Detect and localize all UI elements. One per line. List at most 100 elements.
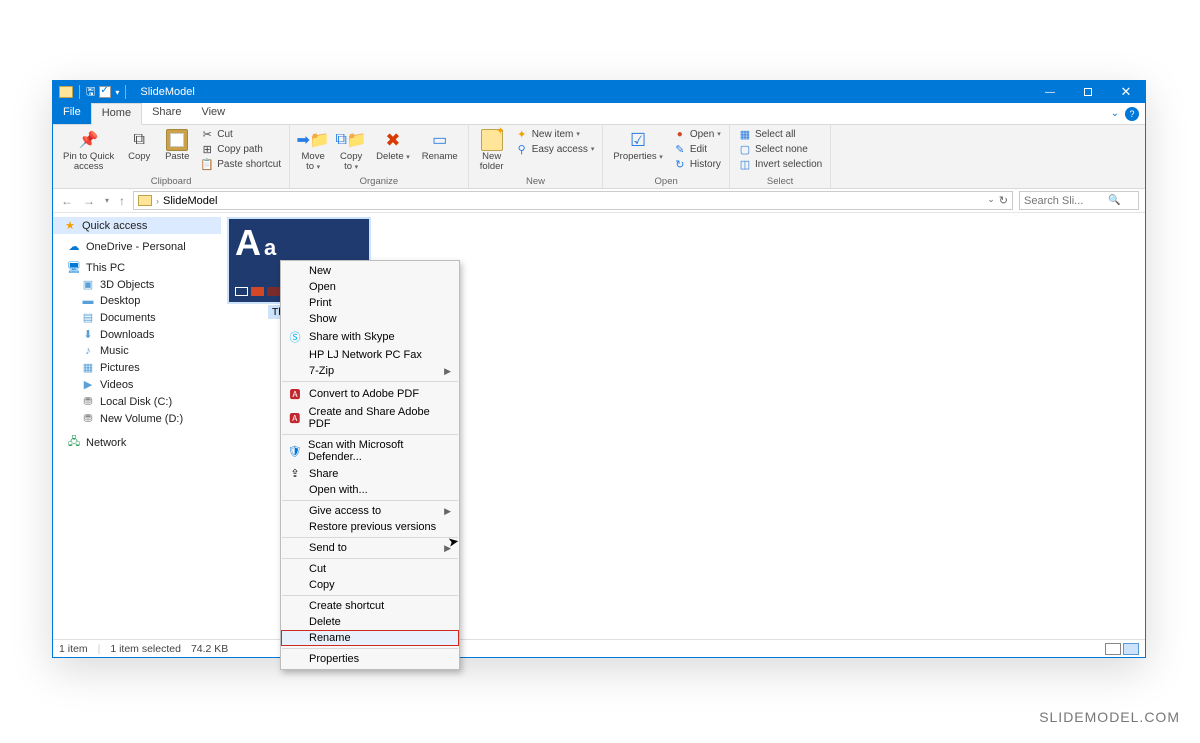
- ctx-create-share-pdf[interactable]: 🅰Create and Share Adobe PDF: [281, 404, 459, 432]
- paste-icon: [166, 129, 188, 151]
- status-size: 74.2 KB: [191, 643, 228, 655]
- tab-share[interactable]: Share: [142, 103, 191, 124]
- pin-quick-access-button[interactable]: 📌 Pin to Quickaccess: [59, 127, 118, 174]
- ribbon-collapse-icon[interactable]: ⌄: [1111, 108, 1119, 119]
- sidebar-quick-access[interactable]: ★Quick access: [53, 217, 221, 234]
- invert-selection-button[interactable]: ◫Invert selection: [736, 157, 824, 171]
- sidebar-documents[interactable]: ▤Documents: [53, 309, 221, 326]
- ctx-share-skype[interactable]: ⓈShare with Skype: [281, 327, 459, 347]
- folder-icon: [59, 86, 73, 98]
- search-box[interactable]: 🔍: [1019, 191, 1139, 210]
- paste-button[interactable]: Paste: [160, 127, 194, 164]
- ctx-restore-versions[interactable]: Restore previous versions: [281, 519, 459, 535]
- forward-button[interactable]: →: [81, 194, 97, 208]
- rename-button[interactable]: ▭Rename: [418, 127, 462, 164]
- ctx-cut[interactable]: Cut: [281, 561, 459, 577]
- select-none-button[interactable]: ▢Select none: [736, 142, 824, 156]
- sidebar-onedrive[interactable]: ☁OneDrive - Personal: [53, 238, 221, 255]
- new-folder-button[interactable]: Newfolder: [475, 127, 509, 174]
- close-button[interactable]: ✕: [1107, 81, 1145, 103]
- maximize-button[interactable]: [1069, 81, 1107, 103]
- search-icon: 🔍: [1108, 195, 1120, 206]
- ctx-delete[interactable]: Delete: [281, 614, 459, 630]
- pc-icon: 🖥: [67, 261, 81, 274]
- edit-button[interactable]: Edit: [671, 142, 723, 156]
- ctx-fax[interactable]: HP LJ Network PC Fax: [281, 347, 459, 363]
- ctx-show[interactable]: Show: [281, 311, 459, 327]
- move-icon: 📁: [302, 129, 324, 151]
- ctx-defender[interactable]: 🛡Scan with Microsoft Defender...: [281, 437, 459, 465]
- view-thumbnails-button[interactable]: [1123, 643, 1139, 655]
- qat-checkbox[interactable]: [99, 86, 111, 98]
- drive-icon: ⛃: [81, 412, 95, 425]
- ctx-properties[interactable]: Properties: [281, 651, 459, 667]
- sidebar-music[interactable]: ♪Music: [53, 343, 221, 359]
- status-bar: 1 item | 1 item selected 74.2 KB: [53, 639, 1145, 657]
- ctx-open[interactable]: Open: [281, 279, 459, 295]
- help-icon[interactable]: ?: [1125, 107, 1139, 121]
- pdf-icon: 🅰: [287, 386, 303, 402]
- drive-icon: ⛃: [81, 395, 95, 408]
- shield-icon: 🛡: [287, 445, 302, 458]
- cut-button[interactable]: ✂Cut: [198, 127, 283, 141]
- explorer-window: 🖫 ▾ SlideModel — ✕ File Home Share View …: [52, 80, 1146, 658]
- ctx-send-to[interactable]: Send to▶: [281, 540, 459, 556]
- copy-path-button[interactable]: ⊞Copy path: [198, 142, 283, 156]
- ctx-copy[interactable]: Copy: [281, 577, 459, 593]
- sidebar-new-volume-d[interactable]: ⛃New Volume (D:): [53, 410, 221, 427]
- newitem-icon: ✦: [515, 127, 529, 141]
- pin-icon: 📌: [78, 129, 100, 151]
- ctx-rename[interactable]: Rename: [281, 630, 459, 646]
- ctx-7zip[interactable]: 7-Zip▶: [281, 363, 459, 379]
- easy-access-button[interactable]: ⚲Easy access ▾: [513, 142, 597, 156]
- history-button[interactable]: History: [671, 157, 723, 171]
- tab-home[interactable]: Home: [91, 103, 142, 125]
- ctx-new[interactable]: New: [281, 263, 459, 279]
- minimize-button[interactable]: —: [1031, 81, 1069, 103]
- tab-file[interactable]: File: [53, 103, 91, 124]
- dropdown-icon[interactable]: ⌄: [987, 194, 995, 207]
- move-to-button[interactable]: 📁Moveto ▾: [296, 127, 330, 174]
- ctx-share[interactable]: ⇪Share: [281, 465, 459, 482]
- ctx-create-shortcut[interactable]: Create shortcut: [281, 598, 459, 614]
- refresh-icon[interactable]: ↻: [999, 194, 1008, 207]
- sidebar-videos[interactable]: ▶Videos: [53, 376, 221, 393]
- qat-save-icon[interactable]: 🖫: [86, 83, 95, 102]
- group-label: Select: [736, 176, 824, 188]
- sidebar-this-pc[interactable]: 🖥This PC: [53, 259, 221, 276]
- search-input[interactable]: [1024, 195, 1104, 207]
- sidebar-pictures[interactable]: ▦Pictures: [53, 359, 221, 376]
- sidebar-network[interactable]: 🖧Network: [53, 431, 221, 454]
- select-all-icon: [738, 127, 752, 141]
- back-button[interactable]: ←: [59, 194, 75, 208]
- recent-button[interactable]: ▾: [103, 196, 111, 205]
- pictures-icon: ▦: [81, 361, 95, 374]
- select-none-icon: ▢: [738, 142, 752, 156]
- ctx-give-access[interactable]: Give access to▶: [281, 503, 459, 519]
- delete-button[interactable]: Delete ▾: [372, 127, 414, 164]
- breadcrumb[interactable]: SlideModel: [163, 195, 217, 207]
- cube-icon: ▣: [81, 278, 95, 291]
- ctx-print[interactable]: Print: [281, 295, 459, 311]
- sidebar-desktop[interactable]: ▬Desktop: [53, 293, 221, 309]
- tab-view[interactable]: View: [191, 103, 235, 124]
- paste-shortcut-button[interactable]: 📋Paste shortcut: [198, 157, 283, 171]
- new-item-button[interactable]: ✦New item ▾: [513, 127, 597, 141]
- properties-button[interactable]: Properties ▾: [609, 127, 666, 164]
- sidebar-downloads[interactable]: ⬇Downloads: [53, 326, 221, 343]
- ctx-convert-pdf[interactable]: 🅰Convert to Adobe PDF: [281, 384, 459, 404]
- address-bar[interactable]: › SlideModel ⌄↻: [133, 191, 1013, 210]
- copy-button[interactable]: ⧉ Copy: [122, 127, 156, 164]
- select-all-button[interactable]: Select all: [736, 127, 824, 141]
- nav-pane: ★Quick access ☁OneDrive - Personal 🖥This…: [53, 213, 221, 639]
- sidebar-3d-objects[interactable]: ▣3D Objects: [53, 276, 221, 293]
- copy-to-button[interactable]: 📁Copyto ▾: [334, 127, 368, 174]
- up-button[interactable]: ↑: [117, 194, 127, 208]
- ctx-open-with[interactable]: Open with...: [281, 482, 459, 498]
- sidebar-local-disk-c[interactable]: ⛃Local Disk (C:): [53, 393, 221, 410]
- documents-icon: ▤: [81, 311, 95, 324]
- open-button[interactable]: Open ▾: [671, 127, 723, 141]
- open-icon: [673, 127, 687, 141]
- view-details-button[interactable]: [1105, 643, 1121, 655]
- copy-icon: ⧉: [128, 129, 150, 151]
